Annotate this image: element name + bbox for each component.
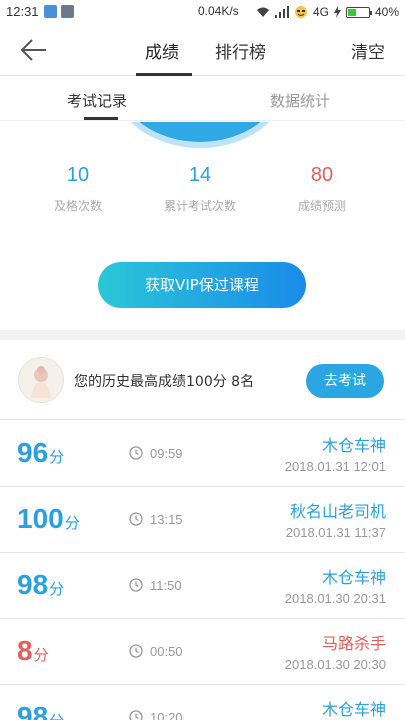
tab-active-indicator <box>136 73 192 76</box>
signal-icon <box>274 6 289 18</box>
record-duration: 10:20 <box>150 710 183 720</box>
stats-panel: 10 及格次数 14 累计考试次数 80 成绩预测 获取VIP保过课程 <box>0 122 405 330</box>
baby-photo-icon <box>19 358 63 402</box>
stat-label: 成绩预测 <box>297 199 346 213</box>
battery-fill <box>347 8 356 16</box>
record-score-unit: 分 <box>49 713 64 720</box>
record-score: 98分 <box>17 701 64 720</box>
record-score-value: 96 <box>17 437 49 468</box>
record-title: 马路杀手 <box>321 634 386 653</box>
subtab-exam-records[interactable]: 考试记录 <box>67 90 127 111</box>
record-row[interactable]: 100分 13:15 秋名山老司机 2018.01.31 11:37 <box>0 487 405 553</box>
record-duration: 09:59 <box>150 446 183 461</box>
subtab-data-stats[interactable]: 数据统计 <box>270 90 330 111</box>
record-title: 秋名山老司机 <box>289 502 386 521</box>
tab-ranking[interactable]: 排行榜 <box>215 38 266 63</box>
battery-percent: 40% <box>374 5 399 19</box>
header: 成绩 排行榜 清空 <box>0 24 405 76</box>
page: 12:31 0.04K/s 4G 40% 成绩 排行榜 清空 考试记录 数据统计… <box>0 0 405 720</box>
record-row[interactable]: 8分 00:50 马路杀手 2018.01.30 20:30 <box>0 619 405 685</box>
record-title: 木仓车神 <box>321 436 386 455</box>
stat-score-prediction: 80 成绩预测 <box>267 164 377 214</box>
vip-course-button[interactable]: 获取VIP保过课程 <box>98 262 306 308</box>
record-duration: 11:50 <box>150 578 182 593</box>
record-score-value: 98 <box>17 569 49 600</box>
battery-icon <box>345 6 372 18</box>
record-score-unit: 分 <box>64 515 80 532</box>
stat-value: 80 <box>310 164 334 186</box>
status-time: 12:31 <box>6 4 39 19</box>
charging-icon <box>333 6 341 18</box>
record-row[interactable]: 98分 11:50 木仓车神 2018.01.30 20:31 <box>0 553 405 619</box>
clock-icon <box>129 512 143 526</box>
score-circle <box>112 122 288 148</box>
status-right-icons: 4G 40% <box>256 3 399 21</box>
stat-total-exams: 14 累计考试次数 <box>145 164 255 214</box>
record-title: 木仓车神 <box>321 700 386 719</box>
record-score: 8分 <box>17 635 49 667</box>
record-title: 木仓车神 <box>321 568 386 587</box>
record-date: 2018.01.30 20:30 <box>284 657 386 672</box>
record-row[interactable]: 98分 10:20 木仓车神 <box>0 685 405 720</box>
record-score: 100分 <box>17 503 80 535</box>
clock-icon <box>129 644 143 658</box>
clock-icon <box>129 710 143 720</box>
stat-pass-count: 10 及格次数 <box>23 164 133 214</box>
record-score-unit: 分 <box>49 449 65 466</box>
emoji-icon <box>294 6 307 18</box>
record-date: 2018.01.31 12:01 <box>284 459 386 474</box>
record-date: 2018.01.31 11:37 <box>285 525 386 540</box>
record-duration: 13:15 <box>150 512 183 527</box>
clock-icon <box>129 578 143 592</box>
status-bar: 12:31 0.04K/s 4G 40% <box>0 0 405 24</box>
notification-doc-icon <box>61 5 74 18</box>
go-exam-button[interactable]: 去考试 <box>306 364 384 398</box>
stat-label: 累计考试次数 <box>163 199 236 213</box>
record-duration: 00:50 <box>150 644 183 659</box>
record-score: 96分 <box>17 437 64 469</box>
wifi-icon <box>256 7 269 17</box>
subtab-active-indicator <box>84 117 118 120</box>
clock-icon <box>129 446 143 460</box>
record-row[interactable]: 96分 09:59 木仓车神 2018.01.31 12:01 <box>0 421 405 487</box>
exam-record-list: 96分 09:59 木仓车神 2018.01.31 12:01 100分 13:15 秋名山… <box>0 421 405 720</box>
avatar <box>18 357 64 403</box>
subtabs: 考试记录 数据统计 <box>0 77 405 121</box>
net-speed: 0.04K/s <box>198 4 239 18</box>
arrow-left-icon[interactable] <box>18 36 48 64</box>
network-type: 4G <box>312 5 329 19</box>
tab-score[interactable]: 成绩 <box>145 38 179 63</box>
record-date: 2018.01.30 20:31 <box>284 591 386 606</box>
record-score-value: 8 <box>17 635 33 666</box>
stat-value: 10 <box>66 164 90 186</box>
clear-button[interactable]: 清空 <box>351 38 385 63</box>
record-score-value: 98 <box>17 701 49 720</box>
section-divider <box>0 330 405 340</box>
notification-cat-icon <box>44 5 57 18</box>
stat-value: 14 <box>188 164 212 186</box>
best-score-row: 您的历史最高成绩100分 8名 去考试 <box>0 340 405 420</box>
record-score: 98分 <box>17 569 64 601</box>
record-score-unit: 分 <box>49 581 65 598</box>
best-score-text: 您的历史最高成绩100分 8名 <box>74 374 255 390</box>
record-score-value: 100 <box>17 503 64 534</box>
stat-label: 及格次数 <box>53 199 102 213</box>
record-score-unit: 分 <box>33 647 49 664</box>
